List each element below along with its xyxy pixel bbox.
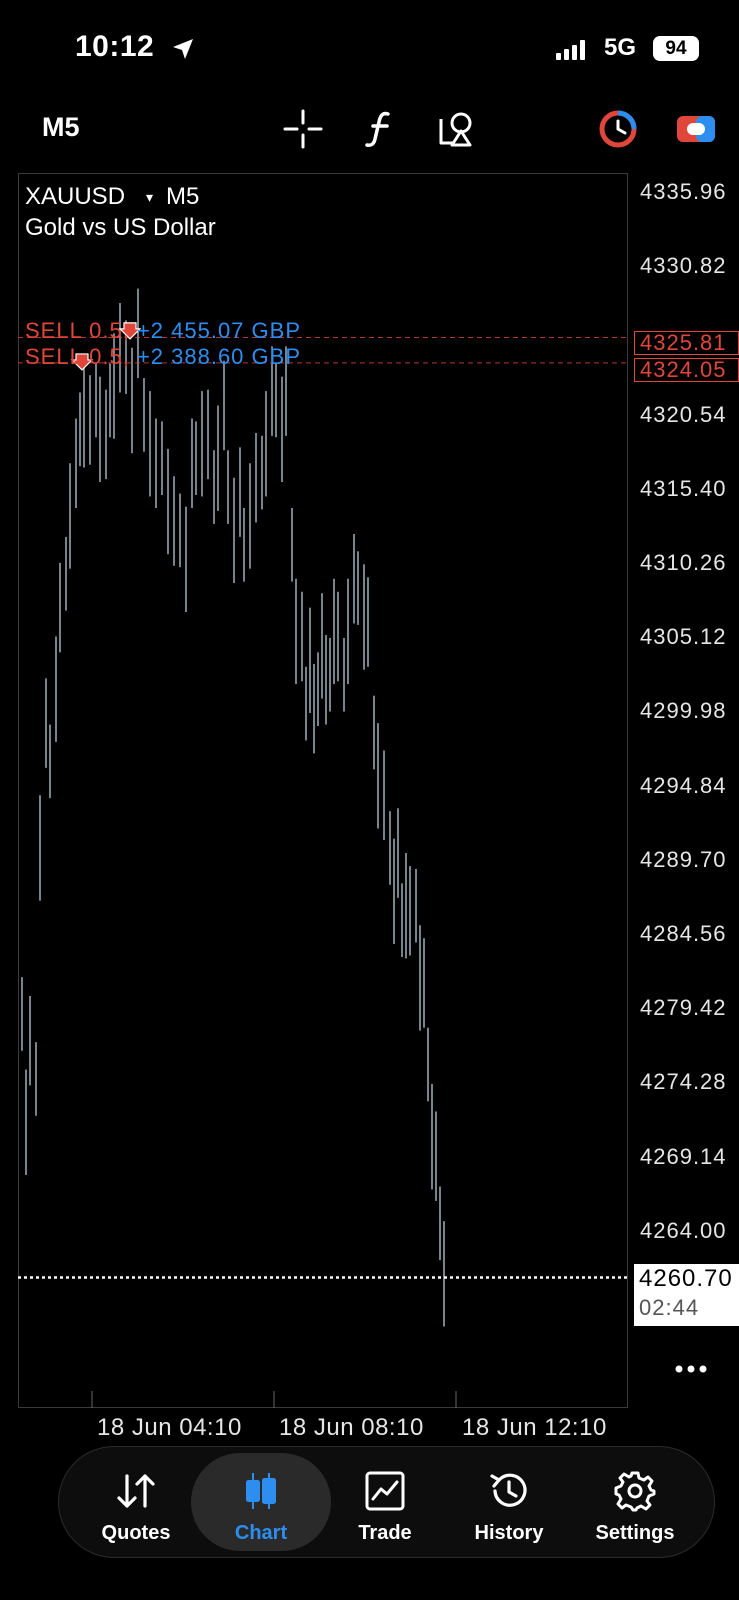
trade-toggle-icon[interactable] bbox=[676, 109, 716, 149]
price-scale-label: 4264.00 bbox=[640, 1217, 727, 1243]
price-scale-label: 4289.70 bbox=[640, 846, 727, 872]
time-axis-label: 18 Jun 08:10 bbox=[279, 1414, 424, 1441]
price-scale-label: 4305.12 bbox=[640, 624, 727, 650]
nav-label: Settings bbox=[595, 1522, 675, 1544]
price-scale-label: 4274.28 bbox=[640, 1069, 727, 1095]
price-scale-label: 4315.40 bbox=[640, 475, 727, 501]
function-icon[interactable] bbox=[360, 109, 400, 149]
current-price-label: 4260.70 02:44 bbox=[634, 1264, 739, 1326]
nav-label: Trade bbox=[358, 1522, 412, 1544]
battery-icon: 94 bbox=[653, 36, 699, 61]
price-scale-label: 4320.54 bbox=[640, 401, 727, 427]
price-scale-label: 4299.98 bbox=[640, 698, 727, 724]
settings-icon bbox=[614, 1471, 656, 1512]
symbol-caret-icon[interactable]: ▾ bbox=[146, 189, 153, 206]
symbol-name[interactable]: XAUUSD bbox=[25, 183, 125, 211]
current-price: 4260.70 bbox=[639, 1265, 733, 1292]
cellular-signal-icon bbox=[556, 40, 585, 60]
account-icon[interactable] bbox=[598, 109, 638, 149]
nav-quotes[interactable]: Quotes bbox=[76, 1470, 196, 1545]
time-axis-label: 18 Jun 12:10 bbox=[462, 1414, 607, 1441]
trade-side: SELL 0.5, bbox=[25, 344, 130, 369]
nav-trade[interactable]: Trade bbox=[325, 1470, 445, 1545]
objects-icon[interactable] bbox=[437, 109, 477, 149]
trade-label-2[interactable]: SELL 0.5, +2 388.60 GBP bbox=[25, 344, 301, 370]
trade-profit: +2 455.07 GBP bbox=[136, 318, 301, 343]
more-icon[interactable] bbox=[674, 1364, 708, 1374]
time-axis-label: 18 Jun 04:10 bbox=[97, 1414, 242, 1441]
price-scale-label: 4335.96 bbox=[640, 179, 727, 204]
quotes-icon bbox=[117, 1474, 155, 1508]
nav-label: History bbox=[474, 1522, 544, 1544]
chart-icon bbox=[246, 1473, 276, 1509]
nav-label: Chart bbox=[234, 1522, 288, 1544]
price-scale-label: 4294.84 bbox=[640, 772, 727, 798]
price-scale-label: 4310.26 bbox=[640, 550, 727, 575]
trade-profit: +2 388.60 GBP bbox=[136, 344, 301, 369]
trade-side: SELL 0.5, bbox=[25, 318, 130, 343]
location-arrow-icon bbox=[173, 39, 193, 59]
bar-timer: 02:44 bbox=[639, 1295, 700, 1320]
history-icon bbox=[490, 1473, 527, 1507]
symbol-description: Gold vs US Dollar bbox=[25, 214, 216, 241]
nav-settings[interactable]: Settings bbox=[575, 1470, 695, 1545]
nav-history[interactable]: History bbox=[449, 1470, 569, 1545]
trade-icon bbox=[365, 1471, 405, 1511]
network-type: 5G bbox=[604, 34, 637, 61]
nav-chart[interactable]: Chart bbox=[201, 1470, 321, 1545]
price-scale-label: 4269.14 bbox=[640, 1143, 727, 1169]
price-scale-label: 4279.42 bbox=[640, 995, 727, 1021]
price-scale-label: 4330.82 bbox=[640, 253, 727, 279]
timeframe-button[interactable]: M5 bbox=[42, 112, 80, 143]
crosshair-icon[interactable] bbox=[283, 109, 323, 149]
trade-price-label: 4325.81 bbox=[634, 331, 739, 355]
status-time: 10:12 bbox=[75, 30, 155, 63]
nav-label: Quotes bbox=[101, 1522, 171, 1544]
price-scale-label: 4284.56 bbox=[640, 921, 727, 946]
chart-timeframe: M5 bbox=[166, 183, 200, 210]
trade-label-1[interactable]: SELL 0.5, +2 455.07 GBP bbox=[25, 318, 301, 344]
trade-price-label: 4324.05 bbox=[634, 358, 739, 382]
